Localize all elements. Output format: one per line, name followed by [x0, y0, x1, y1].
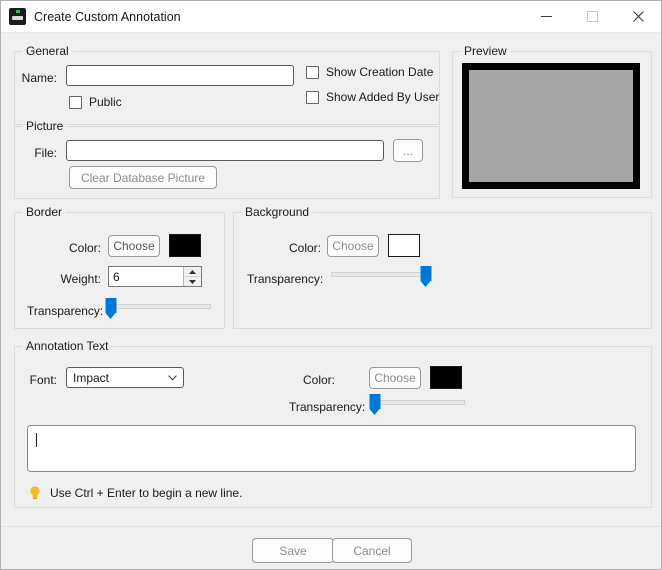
border-transparency-track[interactable] [111, 304, 211, 309]
background-group: Background [233, 205, 652, 329]
new-line-hint-text: Use Ctrl + Enter to begin a new line. [50, 486, 243, 500]
text-transparency-slider[interactable] [369, 394, 465, 415]
text-color-swatch[interactable] [430, 366, 462, 389]
background-transparency-label: Transparency: [247, 272, 324, 286]
dialog-content: General Name: Public Show Creation Date … [1, 33, 661, 569]
border-color-swatch[interactable] [169, 234, 201, 257]
new-line-hint: Use Ctrl + Enter to begin a new line. [29, 485, 242, 501]
close-button[interactable] [615, 1, 661, 32]
browse-file-button[interactable]: ... [393, 139, 423, 162]
chevron-down-icon [168, 374, 177, 381]
background-color-swatch[interactable] [388, 234, 420, 257]
font-label: Font: [29, 373, 57, 387]
save-button[interactable]: Save [252, 538, 334, 563]
picture-group-legend: Picture [26, 119, 64, 133]
show-creation-date-label: Show Creation Date [326, 65, 434, 79]
public-checkbox-label: Public [89, 95, 122, 109]
show-creation-date-checkbox[interactable]: Show Creation Date [306, 65, 433, 79]
text-color-label: Color: [302, 373, 335, 387]
border-transparency-slider[interactable] [105, 298, 211, 319]
general-group-legend: General [26, 44, 69, 58]
background-transparency-track[interactable] [331, 272, 431, 277]
file-label: File: [34, 146, 57, 160]
chevron-down-icon [189, 279, 196, 284]
name-input[interactable] [66, 65, 294, 86]
footer-divider [1, 526, 661, 527]
cancel-button[interactable]: Cancel [332, 538, 412, 563]
background-color-choose-button[interactable]: Choose [327, 235, 379, 257]
text-color-choose-button[interactable]: Choose [369, 367, 421, 389]
text-transparency-track[interactable] [372, 400, 465, 405]
public-checkbox-box[interactable] [69, 95, 82, 109]
border-group-legend: Border [26, 205, 63, 219]
show-creation-date-checkbox-box[interactable] [306, 65, 319, 79]
file-input[interactable] [66, 140, 384, 161]
preview-group-legend: Preview [464, 44, 507, 58]
annotation-text-group-legend: Annotation Text [26, 339, 109, 353]
background-group-legend: Background [245, 205, 310, 219]
font-select[interactable]: Impact [66, 367, 184, 388]
background-color-label: Color: [288, 241, 321, 255]
font-select-value: Impact [73, 370, 110, 385]
app-icon [9, 8, 26, 25]
border-weight-value[interactable]: 6 [109, 267, 183, 286]
border-transparency-thumb[interactable] [105, 298, 117, 319]
annotation-text-group: Annotation Text [14, 339, 652, 508]
background-transparency-slider[interactable] [331, 266, 432, 287]
text-caret [36, 433, 37, 447]
background-transparency-thumb[interactable] [420, 266, 432, 287]
text-transparency-label: Transparency: [289, 400, 366, 414]
show-added-by-user-label: Show Added By User [326, 90, 440, 104]
show-added-by-user-checkbox-box[interactable] [306, 90, 319, 104]
show-added-by-user-checkbox[interactable]: Show Added By User [306, 90, 439, 104]
border-weight-stepper[interactable]: 6 [108, 266, 202, 287]
create-custom-annotation-dialog: Create Custom Annotation General Name: P… [0, 0, 662, 570]
border-weight-increment-button[interactable] [184, 267, 201, 277]
title-bar: Create Custom Annotation [1, 1, 661, 33]
public-checkbox[interactable]: Public [69, 95, 122, 109]
border-transparency-label: Transparency: [27, 304, 104, 318]
border-weight-buttons [183, 267, 201, 286]
maximize-icon [586, 11, 598, 22]
clear-database-picture-button[interactable]: Clear Database Picture [69, 166, 217, 189]
lightbulb-icon [30, 486, 40, 499]
text-transparency-thumb[interactable] [369, 394, 381, 415]
border-color-label: Color: [68, 241, 101, 255]
minimize-icon [540, 16, 552, 17]
window-controls [523, 1, 661, 32]
border-weight-label: Weight: [60, 272, 101, 286]
minimize-button[interactable] [523, 1, 569, 32]
border-color-choose-button[interactable]: Choose [108, 235, 160, 257]
name-label: Name: [21, 71, 57, 85]
preview-canvas [462, 63, 640, 189]
chevron-up-icon [189, 269, 196, 274]
maximize-button[interactable] [569, 1, 615, 32]
annotation-text-input[interactable] [27, 425, 636, 472]
border-weight-decrement-button[interactable] [184, 277, 201, 286]
close-icon [632, 11, 644, 22]
window-title: Create Custom Annotation [34, 9, 181, 24]
